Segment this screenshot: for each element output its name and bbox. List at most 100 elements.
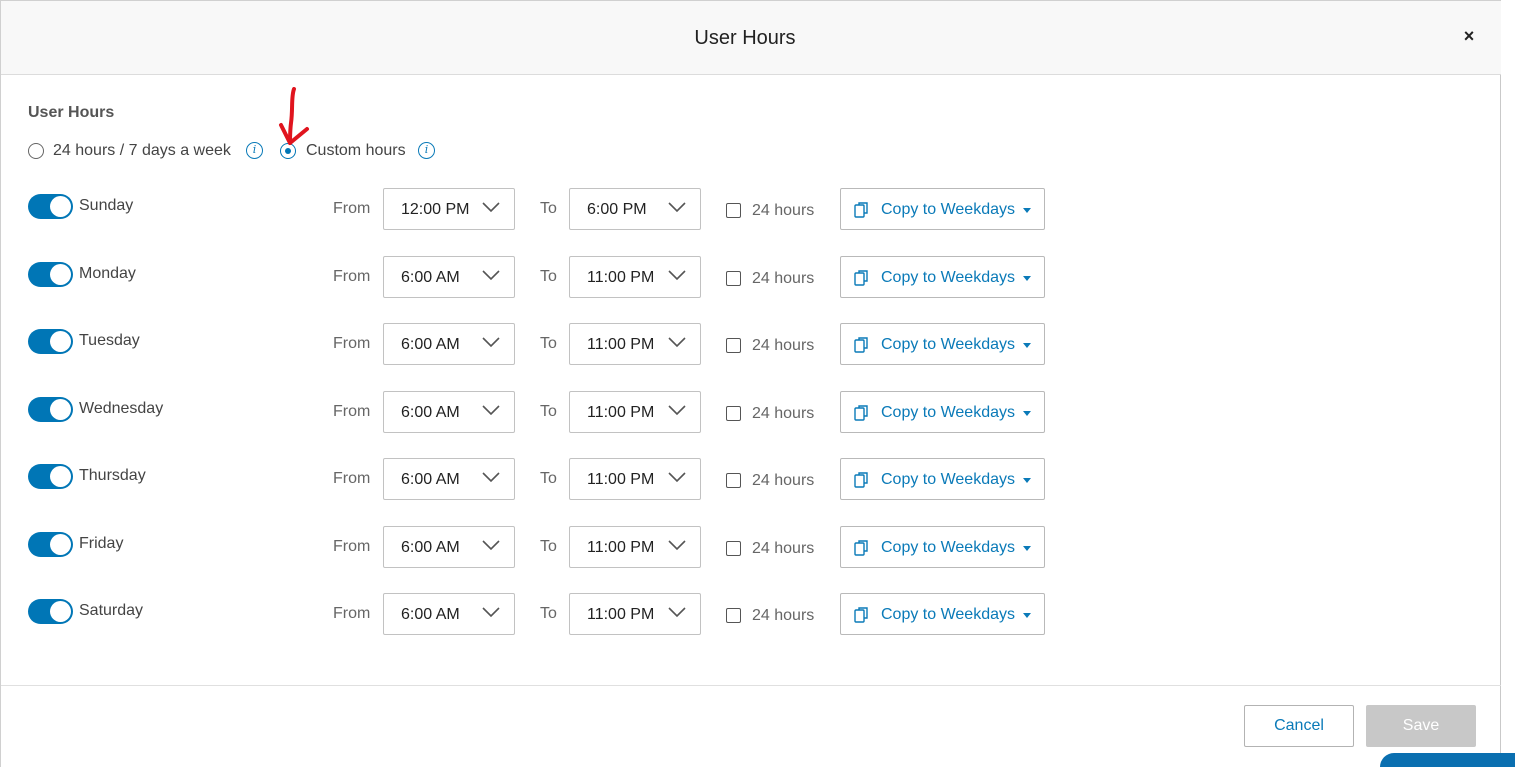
- radio-24-7[interactable]: [28, 143, 44, 159]
- from-time-value: 6:00 AM: [401, 539, 460, 556]
- from-time-select[interactable]: 6:00 AM: [383, 593, 515, 635]
- all-day-checkbox[interactable]: [726, 406, 741, 421]
- day-toggle[interactable]: [28, 194, 73, 219]
- all-day-label: 24 hours: [752, 202, 815, 219]
- copy-to-weekdays-button[interactable]: Copy to Weekdays: [840, 188, 1045, 230]
- day-label: Thursday: [79, 467, 146, 484]
- from-time-value: 12:00 PM: [401, 201, 470, 218]
- radio-24-7-label[interactable]: 24 hours / 7 days a week: [53, 141, 231, 161]
- copy-icon: [854, 405, 868, 421]
- from-time-select[interactable]: 6:00 AM: [383, 526, 515, 568]
- from-time-value: 6:00 AM: [401, 606, 460, 623]
- from-label: From: [333, 268, 371, 285]
- all-day-label: 24 hours: [752, 405, 815, 422]
- day-row-wednesday: Wednesday From 6:00 AM To 11:00 PM 24 ho…: [28, 391, 1058, 433]
- to-time-select[interactable]: 6:00 PM: [569, 188, 701, 230]
- all-day-checkbox[interactable]: [726, 203, 741, 218]
- info-icon[interactable]: i: [418, 142, 435, 159]
- from-time-select[interactable]: 12:00 PM: [383, 188, 515, 230]
- chevron-down-icon: [668, 472, 686, 483]
- to-time-select[interactable]: 11:00 PM: [569, 323, 701, 365]
- day-row-friday: Friday From 6:00 AM To 11:00 PM 24 hours…: [28, 526, 1058, 568]
- all-day-checkbox[interactable]: [726, 338, 741, 353]
- chevron-down-icon: [668, 540, 686, 551]
- copy-to-weekdays-label: Copy to Weekdays: [881, 201, 1015, 218]
- to-time-select[interactable]: 11:00 PM: [569, 526, 701, 568]
- from-label: From: [333, 470, 371, 487]
- close-icon[interactable]: ×: [1459, 25, 1479, 47]
- copy-to-weekdays-label: Copy to Weekdays: [881, 471, 1015, 488]
- background-app-element: [1380, 753, 1515, 767]
- chevron-down-icon: [482, 472, 500, 483]
- to-time-select[interactable]: 11:00 PM: [569, 391, 701, 433]
- dialog-title: User Hours: [694, 27, 796, 49]
- from-time-value: 6:00 AM: [401, 471, 460, 488]
- from-time-select[interactable]: 6:00 AM: [383, 391, 515, 433]
- caret-down-icon: [1023, 546, 1031, 551]
- save-button[interactable]: Save: [1366, 705, 1476, 747]
- copy-icon: [854, 607, 868, 623]
- from-time-select[interactable]: 6:00 AM: [383, 458, 515, 500]
- to-time-value: 11:00 PM: [587, 269, 655, 286]
- to-label: To: [540, 268, 557, 285]
- user-hours-dialog: User Hours × User Hours 24 hours / 7 day…: [0, 0, 1501, 767]
- chevron-down-icon: [668, 405, 686, 416]
- to-time-select[interactable]: 11:00 PM: [569, 256, 701, 298]
- to-time-value: 11:00 PM: [587, 606, 655, 623]
- radio-custom-hours-label[interactable]: Custom hours: [306, 141, 406, 161]
- day-toggle[interactable]: [28, 599, 73, 624]
- all-day-checkbox[interactable]: [726, 608, 741, 623]
- chevron-down-icon: [482, 540, 500, 551]
- from-label: From: [333, 200, 371, 217]
- to-time-value: 11:00 PM: [587, 539, 655, 556]
- footer-divider: [1, 685, 1501, 686]
- from-time-select[interactable]: 6:00 AM: [383, 256, 515, 298]
- copy-to-weekdays-label: Copy to Weekdays: [881, 539, 1015, 556]
- info-icon[interactable]: i: [246, 142, 263, 159]
- day-toggle[interactable]: [28, 329, 73, 354]
- chevron-down-icon: [482, 607, 500, 618]
- copy-to-weekdays-button[interactable]: Copy to Weekdays: [840, 593, 1045, 635]
- day-label: Tuesday: [79, 332, 140, 349]
- chevron-down-icon: [482, 337, 500, 348]
- copy-icon: [854, 202, 868, 218]
- copy-to-weekdays-button[interactable]: Copy to Weekdays: [840, 391, 1045, 433]
- to-label: To: [540, 200, 557, 217]
- day-toggle[interactable]: [28, 464, 73, 489]
- all-day-label: 24 hours: [752, 607, 815, 624]
- to-time-select[interactable]: 11:00 PM: [569, 593, 701, 635]
- cancel-button[interactable]: Cancel: [1244, 705, 1354, 747]
- day-toggle[interactable]: [28, 262, 73, 287]
- to-time-value: 11:00 PM: [587, 336, 655, 353]
- from-time-select[interactable]: 6:00 AM: [383, 323, 515, 365]
- day-row-thursday: Thursday From 6:00 AM To 11:00 PM 24 hou…: [28, 458, 1058, 500]
- day-toggle[interactable]: [28, 532, 73, 557]
- copy-to-weekdays-button[interactable]: Copy to Weekdays: [840, 256, 1045, 298]
- chevron-down-icon: [668, 607, 686, 618]
- copy-icon: [854, 540, 868, 556]
- to-label: To: [540, 538, 557, 555]
- red-arrow-annotation: [279, 87, 309, 145]
- all-day-checkbox[interactable]: [726, 473, 741, 488]
- to-time-value: 11:00 PM: [587, 471, 655, 488]
- copy-to-weekdays-button[interactable]: Copy to Weekdays: [840, 526, 1045, 568]
- copy-to-weekdays-button[interactable]: Copy to Weekdays: [840, 458, 1045, 500]
- to-time-select[interactable]: 11:00 PM: [569, 458, 701, 500]
- copy-icon: [854, 472, 868, 488]
- copy-to-weekdays-label: Copy to Weekdays: [881, 404, 1015, 421]
- day-row-saturday: Saturday From 6:00 AM To 11:00 PM 24 hou…: [28, 593, 1058, 635]
- page: User Hours × User Hours 24 hours / 7 day…: [0, 0, 1515, 767]
- all-day-checkbox[interactable]: [726, 541, 741, 556]
- from-time-value: 6:00 AM: [401, 269, 460, 286]
- copy-to-weekdays-button[interactable]: Copy to Weekdays: [840, 323, 1045, 365]
- to-label: To: [540, 605, 557, 622]
- all-day-label: 24 hours: [752, 540, 815, 557]
- day-toggle[interactable]: [28, 397, 73, 422]
- all-day-checkbox[interactable]: [726, 271, 741, 286]
- day-row-tuesday: Tuesday From 6:00 AM To 11:00 PM 24 hour…: [28, 323, 1058, 365]
- hours-mode-group: 24 hours / 7 days a week i Custom hours …: [28, 141, 468, 161]
- caret-down-icon: [1023, 343, 1031, 348]
- to-label: To: [540, 403, 557, 420]
- to-time-value: 6:00 PM: [587, 201, 647, 218]
- copy-to-weekdays-label: Copy to Weekdays: [881, 269, 1015, 286]
